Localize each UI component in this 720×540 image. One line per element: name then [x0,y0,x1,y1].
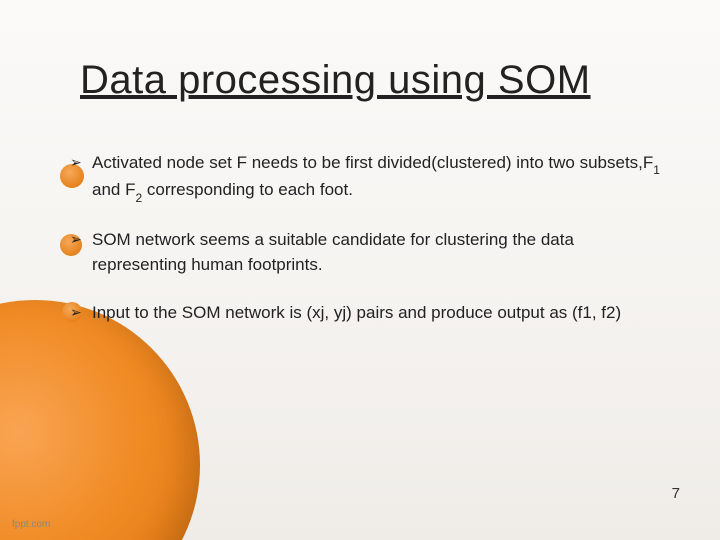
bullet-item: ➢ Activated node set F needs to be first… [70,150,670,205]
slide-title: Data processing using SOM [80,58,591,103]
footer-logo: fppt.com [12,519,50,530]
bullet-item: ➢ Input to the SOM network is (xj, yj) p… [70,300,670,326]
bullet-arrow-icon: ➢ [70,152,82,173]
slide: Data processing using SOM ➢ Activated no… [0,0,720,540]
bullet-text: SOM network seems a suitable candidate f… [92,230,574,275]
bullet-item: ➢ SOM network seems a suitable candidate… [70,227,670,278]
slide-body: ➢ Activated node set F needs to be first… [70,150,670,347]
page-number: 7 [672,485,680,502]
bullet-arrow-icon: ➢ [70,302,82,323]
bullet-text: Activated node set F needs to be first d… [92,153,660,199]
bullet-text: Input to the SOM network is (xj, yj) pai… [92,303,621,322]
bullet-arrow-icon: ➢ [70,229,82,250]
